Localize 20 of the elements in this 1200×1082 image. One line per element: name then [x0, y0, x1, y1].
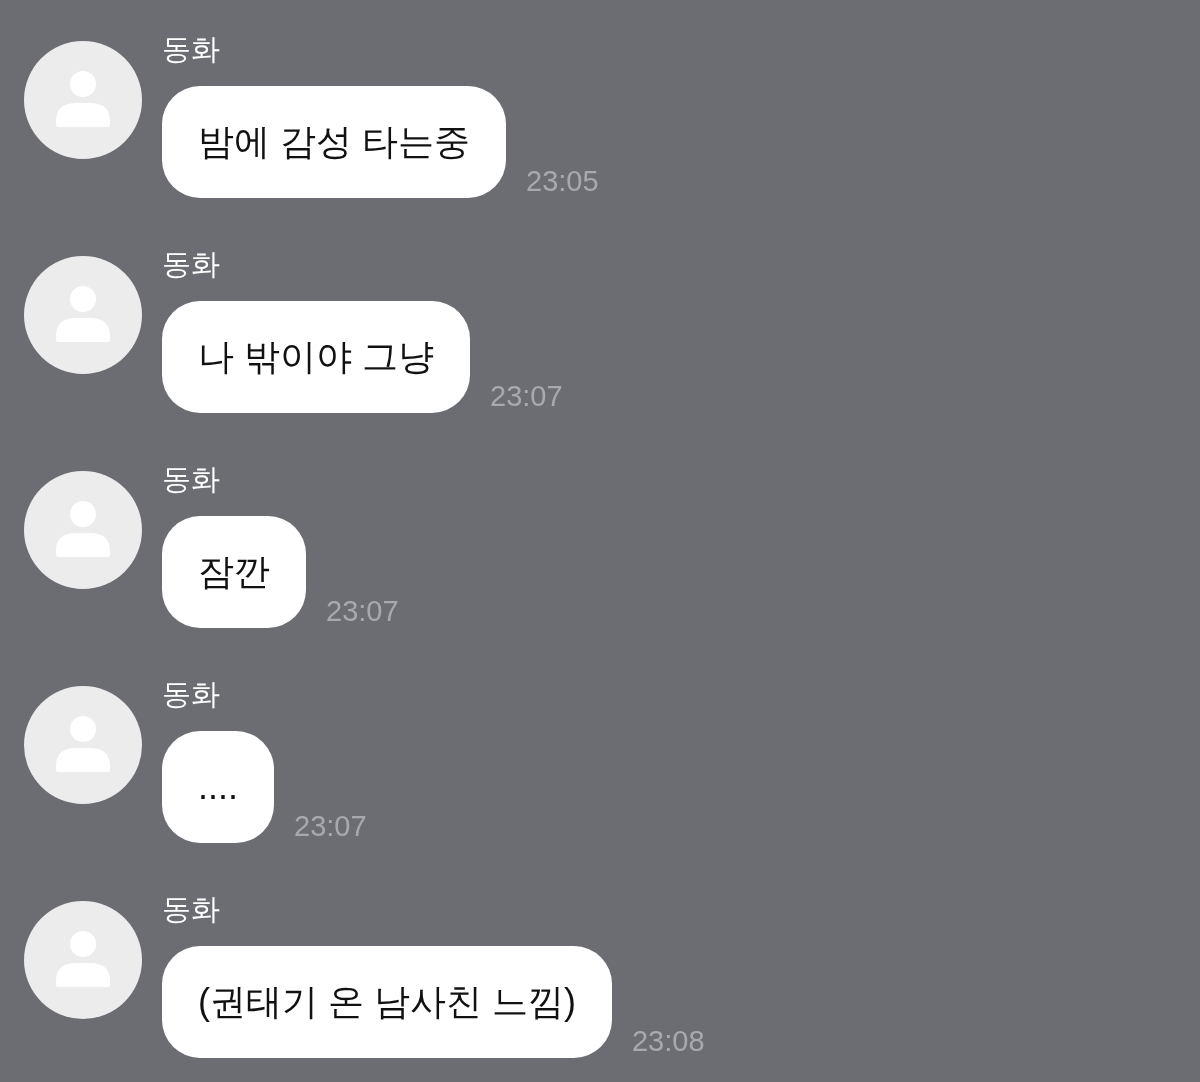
- message-time: 23:07: [326, 594, 399, 628]
- message-bubble: ....: [162, 731, 274, 843]
- message-bubble: 잠깐: [162, 516, 306, 628]
- avatar-icon[interactable]: [24, 41, 142, 159]
- avatar-icon[interactable]: [24, 256, 142, 374]
- avatar-icon[interactable]: [24, 901, 142, 1019]
- avatar-icon[interactable]: [24, 686, 142, 804]
- message-time: 23:07: [490, 379, 563, 413]
- message-time: 23:07: [294, 809, 367, 843]
- message-bubble: 나 밖이야 그냥: [162, 301, 470, 413]
- message-bubble: (권태기 온 남사친 느낌): [162, 946, 612, 1058]
- avatar-icon[interactable]: [24, 471, 142, 589]
- message-bubble: 밤에 감성 타는중: [162, 86, 506, 198]
- sender-name: 동화: [162, 462, 220, 496]
- sender-name: 동화: [162, 677, 220, 711]
- message-time: 23:08: [632, 1024, 705, 1058]
- sender-name: 동화: [162, 892, 220, 926]
- sender-name: 동화: [162, 32, 220, 66]
- message-time: 23:05: [526, 164, 599, 198]
- sender-name: 동화: [162, 247, 220, 281]
